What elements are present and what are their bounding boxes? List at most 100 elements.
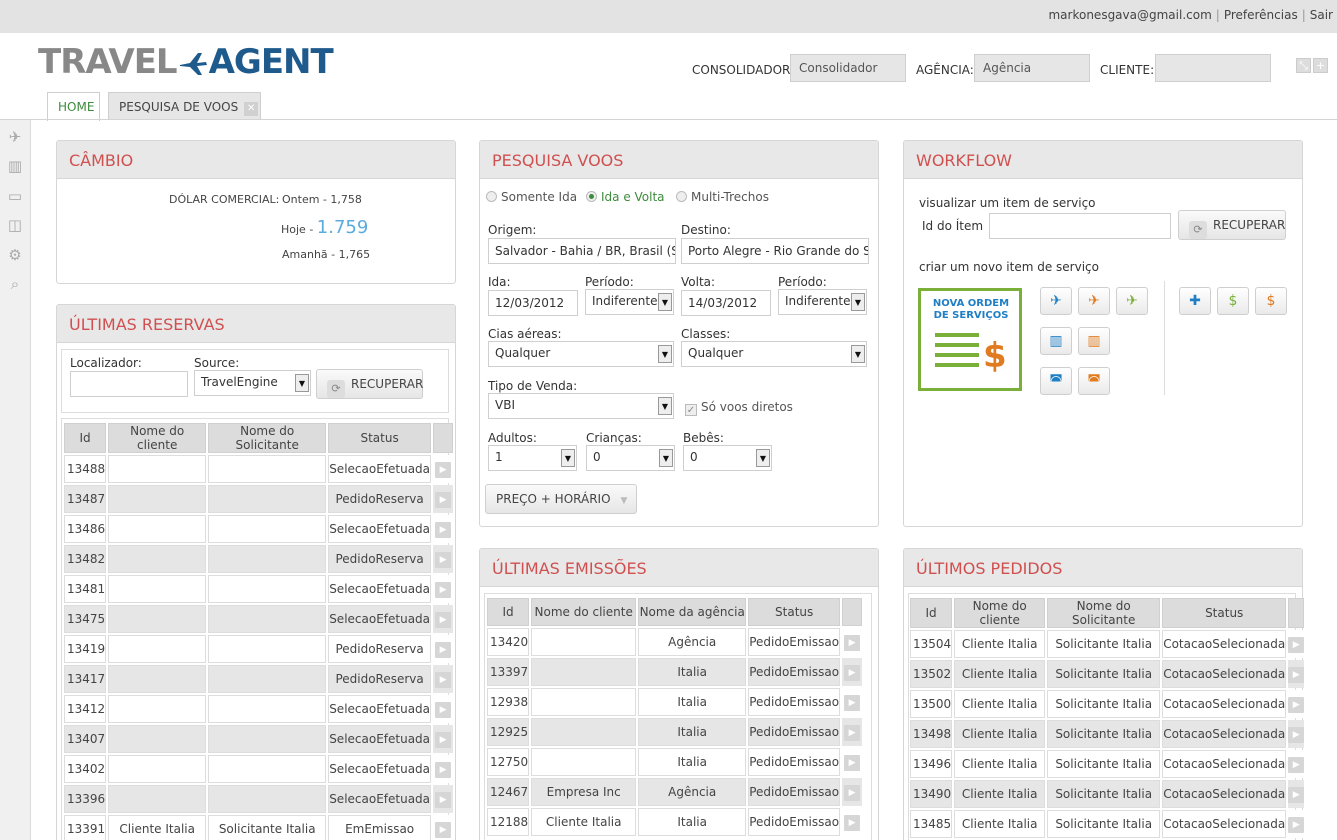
col-header[interactable]: Nome do Solicitante	[208, 423, 327, 453]
row-open-button[interactable]: ▶	[1288, 780, 1305, 808]
table-row[interactable]: 13488 SelecaoEfetuada ▶	[64, 455, 454, 483]
row-open-button[interactable]: ▶	[842, 808, 863, 836]
row-open-button[interactable]: ▶	[842, 628, 863, 656]
col-header[interactable]: Nome do cliente	[954, 598, 1046, 628]
ida-date-input[interactable]: 12/03/2012	[488, 290, 578, 316]
row-open-button[interactable]: ▶	[1288, 690, 1305, 718]
table-row[interactable]: 13412 SelecaoEfetuada ▶	[64, 695, 454, 723]
row-open-button[interactable]: ▶	[433, 545, 454, 573]
new-car-icon[interactable]: ◚	[1040, 367, 1072, 395]
table-row[interactable]: 13419 PedidoReserva ▶	[64, 635, 454, 663]
col-header[interactable]: Status	[1162, 598, 1287, 628]
hotel-icon[interactable]: ▥	[6, 157, 24, 175]
row-open-button[interactable]: ▶	[433, 665, 454, 693]
table-row[interactable]: 13475 SelecaoEfetuada ▶	[64, 605, 454, 633]
row-open-button[interactable]: ▶	[1288, 720, 1305, 748]
localizador-input[interactable]	[70, 371, 188, 397]
consolidador-field[interactable]: Consolidador	[790, 54, 906, 82]
row-open-button[interactable]: ▶	[433, 635, 454, 663]
agencia-field[interactable]: Agência	[974, 54, 1090, 82]
classes-select[interactable]: Qualquer ▼	[681, 341, 867, 367]
row-open-button[interactable]: ▶	[1288, 810, 1305, 838]
flight-status-icon[interactable]: ✈	[1116, 287, 1148, 315]
tab-pesquisa-voos[interactable]: PESQUISA DE VOOS ✕	[108, 92, 261, 120]
table-row[interactable]: 12750 Italia PedidoEmissao ▶	[487, 748, 863, 776]
nova-ordem-servicos-button[interactable]: NOVA ORDEM DE SERVIÇOS $	[918, 288, 1022, 391]
id-item-input[interactable]	[989, 213, 1171, 239]
col-header[interactable]: Id	[64, 423, 107, 453]
car-cost-icon[interactable]: ◚	[1078, 367, 1110, 395]
insurance-shield-icon[interactable]: ✚	[1179, 287, 1211, 315]
table-row[interactable]: 13402 SelecaoEfetuada ▶	[64, 755, 454, 783]
money-clock-icon[interactable]: $	[1217, 287, 1249, 315]
row-open-button[interactable]: ▶	[433, 485, 454, 513]
flight-icon[interactable]: ✈	[6, 128, 24, 146]
flight-cost-icon[interactable]: ✈	[1078, 287, 1110, 315]
table-row[interactable]: 13482 PedidoReserva ▶	[64, 545, 454, 573]
preferences-link[interactable]: Preferências	[1224, 8, 1298, 22]
row-open-button[interactable]: ▶	[433, 815, 454, 840]
col-header[interactable]: Status	[328, 423, 432, 453]
col-header[interactable]: Status	[748, 598, 841, 626]
cliente-field[interactable]	[1155, 54, 1271, 82]
cias-select[interactable]: Qualquer ▼	[488, 341, 674, 367]
col-header[interactable]: Id	[487, 598, 530, 626]
row-open-button[interactable]: ▶	[433, 785, 454, 813]
col-header[interactable]: Nome do cliente	[108, 423, 207, 453]
periodo-ida-select[interactable]: Indiferente ▼	[585, 289, 674, 315]
briefcase-icon[interactable]: ◫	[6, 216, 24, 234]
table-row[interactable]: 13486 SelecaoEfetuada ▶	[64, 515, 454, 543]
table-row[interactable]: 12938 Italia PedidoEmissao ▶	[487, 688, 863, 716]
table-row[interactable]: 12188 Cliente Italia Italia PedidoEmissao ▶	[487, 808, 863, 836]
table-row[interactable]: 13504 Cliente Italia Solicitante Italia Cot…	[910, 630, 1305, 658]
new-flight-icon[interactable]: ✈	[1040, 287, 1072, 315]
tipo-venda-select[interactable]: VBI ▼	[488, 393, 674, 419]
radio-ida-volta[interactable]: Ida e Volta	[586, 190, 665, 204]
row-open-button[interactable]: ▶	[433, 575, 454, 603]
row-open-button[interactable]: ▶	[433, 515, 454, 543]
new-hotel-icon[interactable]: ▥	[1040, 327, 1072, 355]
row-open-button[interactable]: ▶	[842, 658, 863, 686]
table-row[interactable]: 13485 Cliente Italia Solicitante Italia Cot…	[910, 810, 1305, 838]
row-open-button[interactable]: ▶	[1288, 660, 1305, 688]
money-icon[interactable]: $	[1255, 287, 1287, 315]
row-open-button[interactable]: ▶	[433, 755, 454, 783]
table-row[interactable]: 13500 Cliente Italia Solicitante Italia Cot…	[910, 690, 1305, 718]
search-doc-icon[interactable]: ⌕	[6, 275, 24, 293]
folder-icon[interactable]: ▭	[6, 187, 24, 205]
col-header[interactable]: Nome da agência	[638, 598, 747, 626]
close-tab-icon[interactable]: ✕	[244, 102, 259, 116]
workflow-recuperar-button[interactable]: ⟳ RECUPERAR	[1178, 210, 1286, 240]
table-row[interactable]: 13498 Cliente Italia Solicitante Italia Cot…	[910, 720, 1305, 748]
origem-input[interactable]: Salvador - Bahia / BR, Brasil (SSA)	[488, 238, 676, 264]
radio-somente-ida[interactable]: Somente Ida	[486, 190, 577, 204]
logout-link[interactable]: Sair	[1310, 8, 1333, 22]
source-select[interactable]: TravelEngine ▼	[194, 370, 311, 396]
table-row[interactable]: 12467 Empresa Inc Agência PedidoEmissao ▶	[487, 778, 863, 806]
expand-icon[interactable]: +	[1313, 58, 1328, 73]
row-open-button[interactable]: ▶	[1288, 630, 1305, 658]
volta-date-input[interactable]: 14/03/2012	[681, 290, 771, 316]
hotel-cost-icon[interactable]: ▥	[1078, 327, 1110, 355]
preco-horario-button[interactable]: PREÇO + HORÁRIO ▼	[485, 484, 637, 514]
tab-home[interactable]: HOME	[47, 92, 100, 121]
table-row[interactable]: 13487 PedidoReserva ▶	[64, 485, 454, 513]
row-open-button[interactable]: ▶	[842, 748, 863, 776]
adultos-select[interactable]: 1 ▼	[488, 445, 577, 471]
row-open-button[interactable]: ▶	[842, 718, 863, 746]
col-header[interactable]: Nome do Solicitante	[1047, 598, 1161, 628]
col-header[interactable]: Nome do cliente	[531, 598, 637, 626]
radio-multi-trechos[interactable]: Multi-Trechos	[676, 190, 769, 204]
col-header[interactable]: Id	[910, 598, 953, 628]
minimize-icon[interactable]: ⤡	[1296, 58, 1311, 73]
travel-agent-logo[interactable]: TRAVEL AGENT	[38, 44, 334, 80]
table-row[interactable]: 13496 Cliente Italia Solicitante Italia Cot…	[910, 750, 1305, 778]
row-open-button[interactable]: ▶	[842, 778, 863, 806]
row-open-button[interactable]: ▶	[433, 695, 454, 723]
table-row[interactable]: 13397 Italia PedidoEmissao ▶	[487, 658, 863, 686]
user-email-link[interactable]: markonesgava@gmail.com	[1048, 8, 1211, 22]
row-open-button[interactable]: ▶	[433, 455, 454, 483]
table-row[interactable]: 13420 Agência PedidoEmissao ▶	[487, 628, 863, 656]
table-row[interactable]: 13490 Cliente Italia Solicitante Italia Cot…	[910, 780, 1305, 808]
table-row[interactable]: 12925 Italia PedidoEmissao ▶	[487, 718, 863, 746]
